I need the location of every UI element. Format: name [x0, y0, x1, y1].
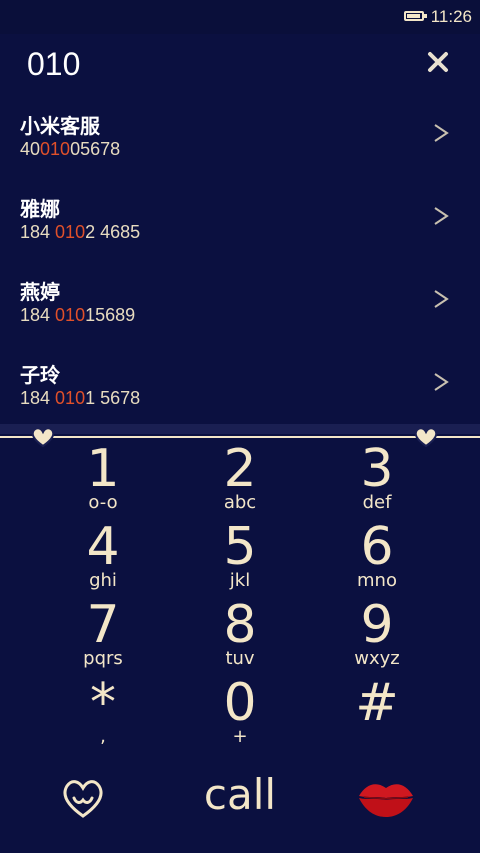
key-digit: 5: [223, 517, 257, 577]
contact-row[interactable]: 小米客服 4001005678: [0, 100, 480, 183]
key-0[interactable]: 0 +: [160, 676, 320, 754]
key-letters: pqrs: [83, 648, 123, 669]
key-digit: 8: [223, 595, 257, 655]
key-letters: abc: [223, 492, 257, 513]
contact-name: 子玲: [20, 363, 60, 387]
match-highlight: 010: [40, 139, 71, 159]
chevron-right-icon[interactable]: [432, 288, 450, 310]
dialed-number[interactable]: 010: [27, 46, 80, 83]
key-letters: +: [232, 726, 248, 747]
contact-name: 小米客服: [20, 114, 100, 138]
key-letters: wxyz: [354, 648, 400, 669]
match-highlight: 010: [55, 305, 86, 325]
keypad: 1 o-o 2 abc 3 def 4 ghi 5 jkl 6 mno 7 pq…: [0, 442, 480, 754]
chevron-right-icon[interactable]: [432, 371, 450, 393]
clear-icon: [428, 52, 448, 72]
dial-header: 010: [0, 34, 480, 98]
key-digit: 7: [86, 595, 120, 655]
contact-name: 雅娜: [20, 197, 60, 221]
key-2[interactable]: 2 abc: [160, 442, 320, 520]
contact-number: 4001005678: [20, 139, 121, 159]
key-digit: 3: [360, 439, 394, 499]
key-9[interactable]: 9 wxyz: [297, 598, 457, 676]
call-button[interactable]: call: [190, 770, 290, 819]
clear-button[interactable]: [422, 46, 454, 78]
key-digit: #: [355, 673, 399, 733]
key-letters: o-o: [88, 492, 118, 513]
match-highlight: 010: [55, 222, 86, 242]
action-bar: call: [0, 762, 480, 842]
status-time: 11:26: [430, 7, 472, 26]
contact-row[interactable]: 子玲 184 0101 5678: [0, 349, 480, 432]
key-hash[interactable]: #: [297, 676, 457, 754]
key-letters: def: [362, 492, 392, 513]
key-8[interactable]: 8 tuv: [160, 598, 320, 676]
chevron-right-icon[interactable]: [432, 205, 450, 227]
key-digit: 1: [86, 439, 120, 499]
contact-row[interactable]: 雅娜 184 0102 4685: [0, 183, 480, 266]
key-6[interactable]: 6 mno: [297, 520, 457, 598]
key-letters: tuv: [225, 648, 255, 669]
key-digit: *: [90, 673, 116, 733]
contact-name: 燕婷: [20, 280, 60, 304]
key-1[interactable]: 1 o-o: [23, 442, 183, 520]
contact-list: 小米客服 4001005678 雅娜 184 0102 4685 燕婷 184 …: [0, 100, 480, 432]
battery-icon: [404, 11, 427, 21]
key-digit: 9: [360, 595, 394, 655]
key-digit: 0: [223, 673, 257, 733]
key-letters: ,: [100, 726, 106, 747]
key-letters: ghi: [89, 570, 117, 591]
chevron-right-icon[interactable]: [432, 122, 450, 144]
key-7[interactable]: 7 pqrs: [23, 598, 183, 676]
key-4[interactable]: 4 ghi: [23, 520, 183, 598]
lips-icon[interactable]: [356, 776, 416, 820]
key-digit: 2: [223, 439, 257, 499]
key-letters: mno: [357, 570, 397, 591]
key-letters: jkl: [229, 570, 251, 591]
key-digit: 4: [86, 517, 120, 577]
contact-number: 184 0102 4685: [20, 222, 141, 242]
heart-contacts-icon[interactable]: [58, 776, 108, 820]
status-bar: 11:26: [0, 0, 480, 34]
contact-number: 184 0101 5678: [20, 388, 141, 408]
panel-drag-band[interactable]: [0, 424, 480, 434]
divider-line: [0, 436, 480, 438]
key-digit: 6: [360, 517, 394, 577]
contact-row[interactable]: 燕婷 184 01015689: [0, 266, 480, 349]
contact-number: 184 01015689: [20, 305, 136, 325]
match-highlight: 010: [55, 388, 86, 408]
key-star[interactable]: * ,: [23, 676, 183, 754]
key-3[interactable]: 3 def: [297, 442, 457, 520]
key-5[interactable]: 5 jkl: [160, 520, 320, 598]
